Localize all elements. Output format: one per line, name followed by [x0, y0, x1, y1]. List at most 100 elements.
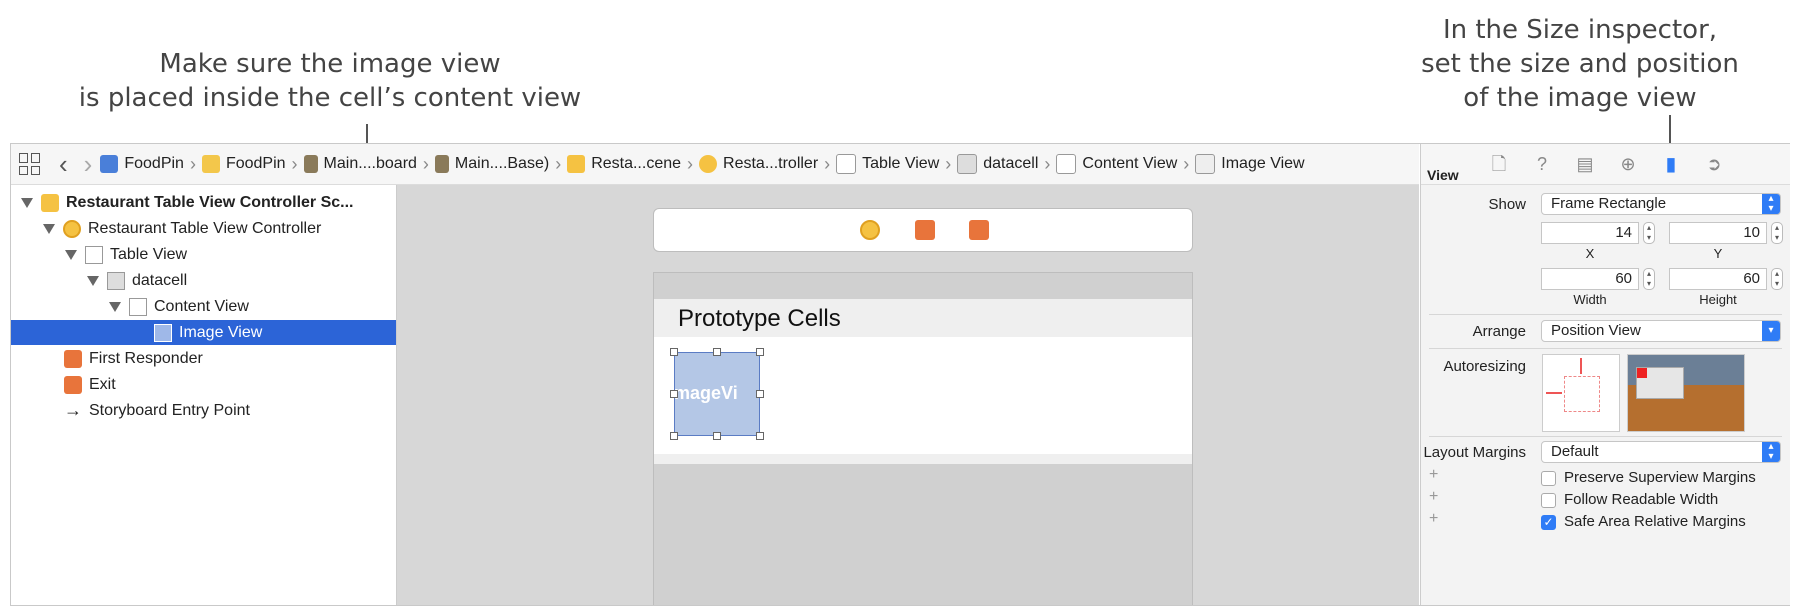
resize-handle[interactable]	[670, 390, 678, 398]
height-stepper[interactable]: ▴ ▾	[1771, 268, 1783, 290]
exit-icon[interactable]	[969, 220, 989, 240]
follow-readable-width-checkbox[interactable]	[1541, 493, 1556, 508]
chevron-right-icon: ›	[1183, 153, 1190, 174]
table-view-icon	[85, 245, 103, 264]
image-view-icon	[1195, 154, 1216, 174]
prototype-cells-header: Prototype Cells	[654, 299, 1192, 337]
arrange-popup-value: Position View	[1551, 322, 1641, 339]
breadcrumb-storyboard[interactable]: Main....board	[303, 155, 417, 173]
layout-margins-popup-value: Default	[1551, 443, 1599, 460]
breadcrumb-image-view[interactable]: Image View	[1195, 154, 1305, 174]
resize-handle[interactable]	[756, 390, 764, 398]
layout-margins-popup[interactable]: Default ▴ ▾	[1541, 441, 1781, 463]
popup-arrows-icon: ▴ ▾	[1762, 442, 1780, 462]
height-field[interactable]: 60	[1669, 268, 1767, 290]
chevron-right-icon: ›	[945, 153, 952, 174]
prototype-cell[interactable]: ImageVi	[654, 337, 1192, 454]
storyboard-file-icon	[303, 155, 318, 173]
outline-item-view-controller[interactable]: Restaurant Table View Controller	[11, 216, 396, 241]
safe-area-relative-margins-checkbox[interactable]: ✓	[1541, 515, 1556, 530]
breadcrumb-cell[interactable]: datacell	[957, 154, 1038, 174]
width-field[interactable]: 60	[1541, 268, 1639, 290]
plus-icon[interactable]: +	[1429, 488, 1438, 506]
identity-inspector-icon[interactable]: ▤	[1574, 153, 1596, 175]
breadcrumb-folder[interactable]: FoodPin	[201, 155, 286, 173]
resize-handle[interactable]	[713, 432, 721, 440]
outline-item-first-responder[interactable]: First Responder	[11, 346, 396, 371]
file-inspector-icon[interactable]: 🗋	[1488, 153, 1510, 175]
outline-item-table-view[interactable]: Table View	[11, 242, 396, 267]
height-label: Height	[1699, 292, 1737, 307]
folder-icon	[201, 155, 220, 173]
x-field[interactable]: 14	[1541, 222, 1639, 244]
plus-icon[interactable]: +	[1429, 510, 1438, 528]
section-title: View	[1427, 167, 1459, 183]
outline-item-label: Restaurant Table View Controller Sc...	[66, 193, 354, 211]
chevron-right-icon: ›	[291, 153, 298, 174]
chevron-right-icon: ›	[1044, 153, 1051, 174]
disclosure-triangle-icon[interactable]	[65, 249, 77, 260]
outline-item-image-view[interactable]: Image View	[11, 320, 396, 345]
first-responder-icon[interactable]	[915, 220, 935, 240]
annotation-right: In the Size inspector, set the size and …	[1390, 13, 1770, 115]
breadcrumb-storyboard-base[interactable]: Main....Base)	[434, 155, 549, 173]
y-stepper[interactable]: ▴ ▾	[1771, 222, 1783, 244]
scene-icon	[41, 193, 59, 212]
disclosure-triangle-icon[interactable]	[87, 275, 99, 286]
resize-handle[interactable]	[756, 432, 764, 440]
chevron-right-icon: ›	[824, 153, 831, 174]
image-view-label: ImageVi	[674, 383, 738, 403]
outline-item-scene[interactable]: Restaurant Table View Controller Sc...	[11, 190, 396, 215]
table-view-scene[interactable]: Prototype Cells ImageVi	[653, 272, 1193, 605]
width-stepper[interactable]: ▴ ▾	[1643, 268, 1655, 290]
disclosure-triangle-icon[interactable]	[109, 301, 121, 312]
resize-handle[interactable]	[713, 348, 721, 356]
autoresizing-preview	[1627, 354, 1745, 432]
outline-item-label: datacell	[132, 271, 188, 289]
exit-icon	[64, 375, 82, 394]
disclosure-triangle-icon[interactable]	[21, 197, 33, 208]
size-inspector-icon[interactable]: ▮	[1660, 153, 1682, 175]
image-view-icon	[154, 323, 172, 342]
storyboard-canvas[interactable]: Prototype Cells ImageVi	[397, 185, 1419, 605]
image-view[interactable]: ImageVi	[674, 352, 760, 436]
show-popup[interactable]: Frame Rectangle ▴ ▾	[1541, 193, 1781, 215]
breadcrumb-project[interactable]: FoodPin	[100, 155, 184, 173]
first-responder-icon	[64, 349, 82, 368]
resize-handle[interactable]	[756, 348, 764, 356]
y-field[interactable]: 10	[1669, 222, 1767, 244]
annotation-left-line-2: is placed inside the cell’s content view	[78, 83, 582, 113]
preserve-superview-margins-checkbox[interactable]	[1541, 471, 1556, 486]
layout-margins-label: Layout Margins	[1423, 444, 1526, 461]
attributes-inspector-icon[interactable]: ⊕	[1617, 153, 1639, 175]
breadcrumb-controller[interactable]: Resta...troller	[699, 155, 818, 173]
outline-item-label: Exit	[89, 375, 116, 393]
related-items-icon[interactable]	[19, 153, 41, 175]
connections-inspector-icon[interactable]: ➲	[1703, 153, 1725, 175]
arrange-popup[interactable]: Position View ▾	[1541, 320, 1781, 342]
resize-handle[interactable]	[670, 432, 678, 440]
plus-icon[interactable]: +	[1429, 466, 1438, 484]
view-icon	[129, 297, 147, 316]
breadcrumb-table-view[interactable]: Table View	[836, 154, 939, 174]
outline-item-entry-point[interactable]: → Storyboard Entry Point	[11, 398, 396, 423]
back-arrow-icon[interactable]: ‹	[59, 151, 68, 177]
follow-readable-width-label: Follow Readable Width	[1564, 491, 1719, 508]
resize-handle[interactable]	[670, 348, 678, 356]
autoresizing-left-strut[interactable]	[1546, 392, 1562, 394]
x-stepper[interactable]: ▴ ▾	[1643, 222, 1655, 244]
help-inspector-icon[interactable]: ?	[1531, 153, 1553, 175]
forward-arrow-icon[interactable]: ›	[84, 151, 93, 177]
outline-item-datacell[interactable]: datacell	[11, 268, 396, 293]
view-controller-icon[interactable]	[860, 220, 880, 240]
breadcrumb-content-view[interactable]: Content View	[1056, 154, 1177, 174]
disclosure-triangle-icon[interactable]	[43, 223, 55, 234]
outline-item-exit[interactable]: Exit	[11, 372, 396, 397]
autoresizing-mask-control[interactable]	[1542, 354, 1620, 432]
chevron-right-icon: ›	[422, 153, 429, 174]
autoresizing-top-strut[interactable]	[1580, 358, 1582, 374]
breadcrumb-scene[interactable]: Resta...cene	[567, 155, 681, 173]
outline-item-label: Table View	[110, 245, 188, 263]
annotation-right-line-3: of the image view	[1463, 83, 1697, 113]
outline-item-content-view[interactable]: Content View	[11, 294, 396, 319]
